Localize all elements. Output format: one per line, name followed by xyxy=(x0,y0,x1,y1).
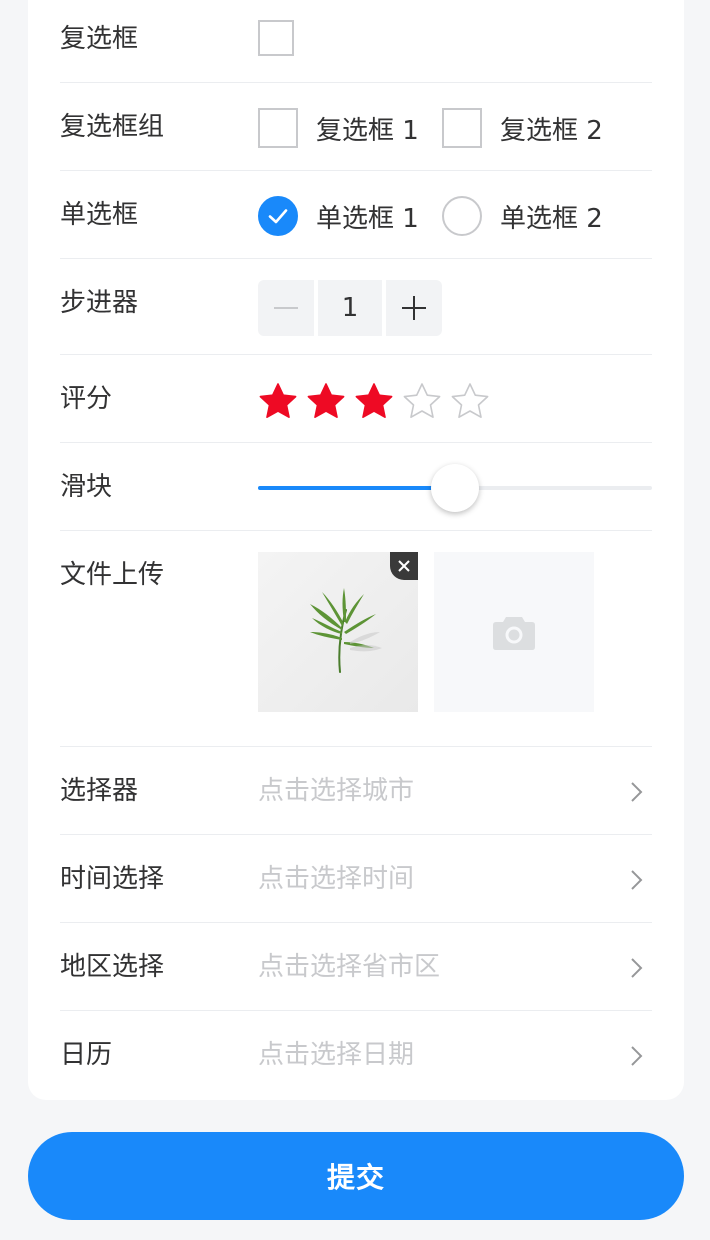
field-label: 选择器 xyxy=(60,776,139,806)
city-picker-field[interactable]: 点击选择城市 xyxy=(258,776,414,806)
time-picker-field[interactable]: 点击选择时间 xyxy=(258,864,414,894)
uploader xyxy=(258,552,598,712)
checkbox-option-1[interactable]: 复选框 1 xyxy=(258,108,419,148)
checkbox[interactable] xyxy=(258,20,294,60)
form-row-rate: 评分 xyxy=(60,354,652,443)
upload-button[interactable] xyxy=(434,552,594,712)
star-icon-filled[interactable] xyxy=(306,382,346,422)
radio-button[interactable] xyxy=(442,196,482,236)
field-label: 步进器 xyxy=(60,288,139,318)
slider[interactable] xyxy=(258,464,652,512)
form-row-slider: 滑块 xyxy=(60,442,652,531)
calendar-field[interactable]: 点击选择日期 xyxy=(258,1040,414,1070)
submit-button[interactable]: 提交 xyxy=(28,1132,684,1220)
field-label: 复选框 xyxy=(60,24,139,54)
form-row-calendar[interactable]: 日历 点击选择日期 xyxy=(60,1010,652,1098)
star-icon-filled[interactable] xyxy=(354,382,394,422)
radio-option-label: 单选框 2 xyxy=(500,203,603,234)
slider-fill xyxy=(258,486,455,490)
checkbox-box[interactable] xyxy=(258,20,294,56)
close-icon xyxy=(398,560,410,572)
delete-image-button[interactable] xyxy=(390,552,418,580)
area-picker-field[interactable]: 点击选择省市区 xyxy=(258,952,440,982)
chevron-right-icon xyxy=(631,870,643,890)
form-row-checkbox: 复选框 xyxy=(60,0,652,83)
star-icon-empty[interactable] xyxy=(402,382,442,422)
stepper-plus-button[interactable] xyxy=(386,280,442,336)
uploaded-image-preview[interactable] xyxy=(258,552,418,712)
radio-option-2[interactable]: 单选框 2 xyxy=(442,196,603,236)
form-row-stepper: 步进器 1 xyxy=(60,258,652,355)
field-label: 日历 xyxy=(60,1040,113,1070)
chevron-right-icon xyxy=(631,782,643,802)
field-label: 评分 xyxy=(60,384,113,414)
chevron-right-icon xyxy=(631,958,643,978)
field-label: 滑块 xyxy=(60,472,113,502)
plus-icon xyxy=(402,296,426,320)
field-label: 地区选择 xyxy=(60,952,165,982)
checkbox-option-label: 复选框 2 xyxy=(500,115,603,146)
radio-option-1[interactable]: 单选框 1 xyxy=(258,196,419,236)
form-row-city-picker[interactable]: 选择器 点击选择城市 xyxy=(60,746,652,835)
checkbox-box[interactable] xyxy=(442,108,482,148)
minus-icon xyxy=(274,307,298,309)
slider-handle[interactable] xyxy=(431,464,479,512)
form-row-time-picker[interactable]: 时间选择 点击选择时间 xyxy=(60,834,652,923)
radio-button-checked[interactable] xyxy=(258,196,298,236)
star-icon-empty[interactable] xyxy=(450,382,490,422)
checkbox-option-label: 复选框 1 xyxy=(316,115,419,146)
radio-option-label: 单选框 1 xyxy=(316,203,419,234)
form-row-radio: 单选框 单选框 1 单选框 2 xyxy=(60,170,652,259)
check-icon xyxy=(268,209,288,224)
camera-icon xyxy=(493,617,535,650)
form-row-area-picker[interactable]: 地区选择 点击选择省市区 xyxy=(60,922,652,1011)
form-row-checkbox-group: 复选框组 复选框 1 复选框 2 xyxy=(60,82,652,171)
field-label: 复选框组 xyxy=(60,112,165,142)
quantity-stepper: 1 xyxy=(258,280,442,336)
checkbox-box[interactable] xyxy=(258,108,298,148)
stepper-value[interactable]: 1 xyxy=(318,280,382,336)
form-row-uploader: 文件上传 xyxy=(60,530,652,747)
field-label: 时间选择 xyxy=(60,864,165,894)
field-label: 单选框 xyxy=(60,200,139,230)
stepper-minus-button[interactable] xyxy=(258,280,314,336)
checkbox-option-2[interactable]: 复选框 2 xyxy=(442,108,603,148)
chevron-right-icon xyxy=(631,1046,643,1066)
star-icon-filled[interactable] xyxy=(258,382,298,422)
star-rating xyxy=(258,382,490,422)
field-label: 文件上传 xyxy=(60,560,165,590)
